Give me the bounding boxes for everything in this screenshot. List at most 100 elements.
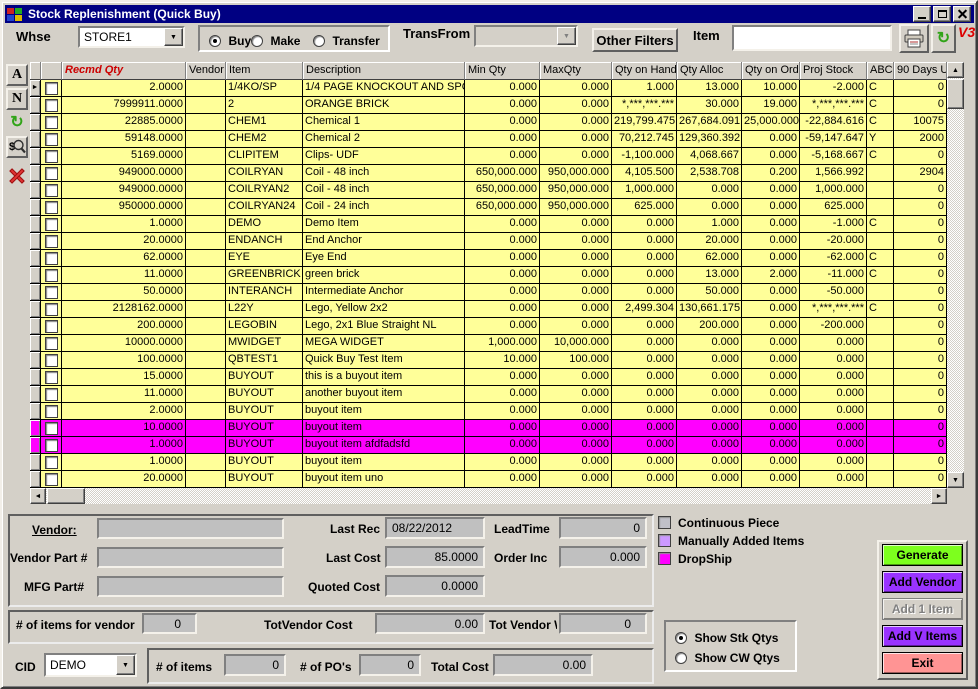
grid-cell-days90[interactable]: 0 (894, 97, 947, 114)
row-selector[interactable] (30, 250, 41, 267)
grid-cell-qoh[interactable]: 0.000 (612, 352, 677, 369)
grid-row[interactable]: 7999911.00002ORANGE BRICK0.0000.000*,***… (30, 97, 964, 114)
grid-cell-vendor[interactable] (186, 148, 226, 165)
row-checkbox[interactable] (45, 286, 58, 299)
grid-cell-vendor[interactable] (186, 301, 226, 318)
grid-cell-recmd[interactable]: 7999911.0000 (62, 97, 186, 114)
grid-cell-min[interactable]: 0.000 (465, 454, 540, 471)
app-icon[interactable] (7, 8, 23, 21)
row-checkbox[interactable] (45, 167, 58, 180)
grid-cell-max[interactable]: 100.000 (540, 352, 612, 369)
grid-cell-qoh[interactable]: 0.000 (612, 284, 677, 301)
grid-cell-abc[interactable] (867, 437, 894, 454)
row-checkbox[interactable] (45, 439, 58, 452)
grid-cell-proj[interactable]: 0.000 (800, 335, 867, 352)
grid-cell-alloc[interactable]: 0.000 (677, 437, 742, 454)
grid-cell-proj[interactable]: *,***,***.*** (800, 301, 867, 318)
grid-cell-max[interactable]: 0.000 (540, 97, 612, 114)
grid-cell-proj[interactable]: -20.000 (800, 233, 867, 250)
grid-cell-days90[interactable]: 0 (894, 233, 947, 250)
grid-cell-onord[interactable]: 0.000 (742, 131, 800, 148)
grid-cell-alloc[interactable]: 50.000 (677, 284, 742, 301)
grid-cell-onord[interactable]: 0.000 (742, 471, 800, 488)
grid-cell-vendor[interactable] (186, 454, 226, 471)
grid-cell-recmd[interactable]: 22885.0000 (62, 114, 186, 131)
row-checkbox[interactable] (45, 269, 58, 282)
grid-row[interactable]: 62.0000EYEEye End0.0000.0000.00062.0000.… (30, 250, 964, 267)
grid-cell-min[interactable]: 0.000 (465, 114, 540, 131)
grid-cell-recmd[interactable]: 15.0000 (62, 369, 186, 386)
row-selector[interactable] (30, 97, 41, 114)
grid-cell-vendor[interactable] (186, 335, 226, 352)
grid-cell-min[interactable]: 650,000.000 (465, 165, 540, 182)
transfrom-dropdown[interactable]: ▼ (474, 25, 578, 47)
cost-lookup-button[interactable]: $ (6, 136, 28, 158)
radio-icon[interactable] (209, 35, 221, 47)
grid-cell-days90[interactable]: 0 (894, 216, 947, 233)
grid-cell-proj[interactable]: -1.000 (800, 216, 867, 233)
grid-cell-item[interactable]: CLIPITEM (226, 148, 303, 165)
grid-cell-days90[interactable]: 0 (894, 454, 947, 471)
grid-cell-proj[interactable]: 0.000 (800, 386, 867, 403)
grid-header-cell[interactable]: MaxQty (540, 62, 612, 80)
grid-cell-desc[interactable]: another buyout item (303, 386, 465, 403)
grid-cell-onord[interactable]: 0.000 (742, 386, 800, 403)
grid-cell-item[interactable]: INTERANCH (226, 284, 303, 301)
refresh-button[interactable]: ↻ (931, 24, 956, 53)
row-checkbox[interactable] (45, 150, 58, 163)
grid-cell-recmd[interactable]: 2.0000 (62, 403, 186, 420)
show-stk-qtys-radio[interactable]: Show Stk Qtys (675, 629, 778, 647)
grid-cell-min[interactable]: 0.000 (465, 267, 540, 284)
row-checkbox[interactable] (45, 82, 58, 95)
grid-row[interactable]: 20.0000BUYOUTbuyout item uno0.0000.0000.… (30, 471, 964, 488)
row-checkbox[interactable] (45, 320, 58, 333)
grid-cell-proj[interactable]: -5,168.667 (800, 148, 867, 165)
grid-cell-proj[interactable]: 0.000 (800, 420, 867, 437)
grid-cell-desc[interactable]: Lego, 2x1 Blue Straight NL (303, 318, 465, 335)
grid-header-cell[interactable]: Qty on Ord (742, 62, 800, 80)
grid-header-cell[interactable]: ABC (867, 62, 894, 80)
grid-cell-qoh[interactable]: 0.000 (612, 233, 677, 250)
grid-cell-qoh[interactable]: 0.000 (612, 403, 677, 420)
grid-cell-max[interactable]: 10,000.000 (540, 335, 612, 352)
grid-row[interactable]: 50.0000INTERANCHIntermediate Anchor0.000… (30, 284, 964, 301)
grid-cell-onord[interactable]: 0.000 (742, 148, 800, 165)
grid-cell-onord[interactable]: 0.000 (742, 199, 800, 216)
grid-cell-vendor[interactable] (186, 165, 226, 182)
grid-cell-proj[interactable]: -2.000 (800, 80, 867, 97)
grid-cell-vendor[interactable] (186, 250, 226, 267)
grid-header-cell[interactable]: Vendor (186, 62, 226, 80)
row-selector[interactable] (30, 131, 41, 148)
row-pointer[interactable]: ► (30, 80, 41, 97)
grid-cell-abc[interactable] (867, 420, 894, 437)
grid-cell-days90[interactable]: 0 (894, 80, 947, 97)
grid-cell-item[interactable]: EYE (226, 250, 303, 267)
grid-cell-qoh[interactable]: 0.000 (612, 369, 677, 386)
grid-cell-days90[interactable]: 0 (894, 318, 947, 335)
grid-cell-days90[interactable]: 0 (894, 182, 947, 199)
grid-cell-vendor[interactable] (186, 267, 226, 284)
grid-cell-max[interactable]: 0.000 (540, 216, 612, 233)
grid-cell-item[interactable]: L22Y (226, 301, 303, 318)
grid-cell-days90[interactable]: 0 (894, 250, 947, 267)
grid-cell-abc[interactable] (867, 284, 894, 301)
show-cw-qtys-radio[interactable]: Show CW Qtys (675, 649, 780, 667)
row-selector[interactable] (30, 148, 41, 165)
grid-cell-abc[interactable] (867, 318, 894, 335)
grid-cell-abc[interactable] (867, 335, 894, 352)
row-selector[interactable] (30, 318, 41, 335)
grid-cell-recmd[interactable]: 950000.0000 (62, 199, 186, 216)
grid-header-cell[interactable]: Min Qty (465, 62, 540, 80)
grid-header-cell[interactable]: Description (303, 62, 465, 80)
row-checkbox[interactable] (45, 354, 58, 367)
grid-cell-recmd[interactable]: 10.0000 (62, 420, 186, 437)
grid-cell-onord[interactable]: 0.200 (742, 165, 800, 182)
grid-cell-vendor[interactable] (186, 233, 226, 250)
grid-cell-alloc[interactable]: 0.000 (677, 386, 742, 403)
row-checkbox[interactable] (45, 235, 58, 248)
grid-cell-desc[interactable]: Demo Item (303, 216, 465, 233)
row-selector[interactable] (30, 437, 41, 454)
grid-cell-item[interactable]: COILRYAN24 (226, 199, 303, 216)
grid-cell-item[interactable]: BUYOUT (226, 471, 303, 488)
maximize-button[interactable] (933, 6, 951, 22)
